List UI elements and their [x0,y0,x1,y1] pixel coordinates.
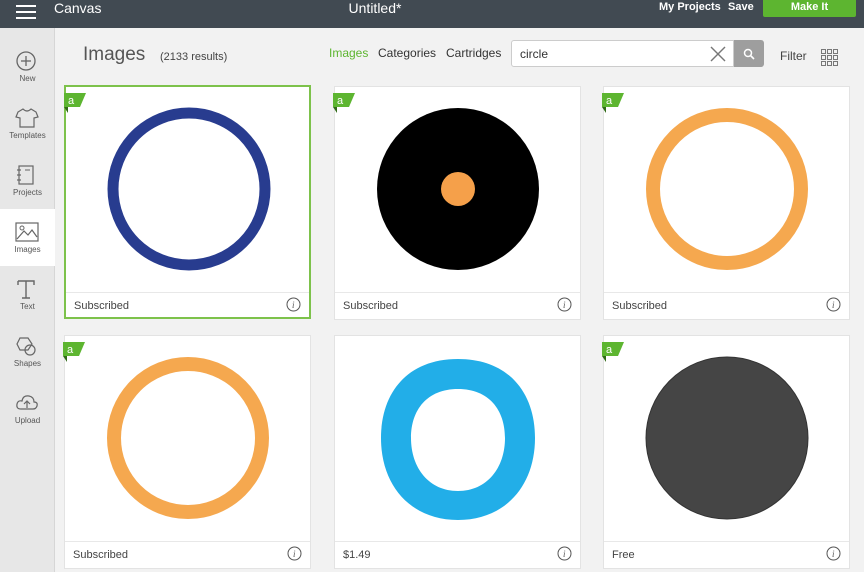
svg-text:a: a [68,95,75,107]
sidebar-item-shapes[interactable]: Shapes [0,323,55,380]
info-icon[interactable]: i [557,546,572,561]
results-count: (2133 results) [160,51,228,63]
divider [65,541,310,542]
plus-circle-icon [16,51,36,71]
top-bar: Canvas Untitled* My Projects Save Make I… [0,0,864,28]
access-badge-icon: a [602,93,624,113]
card-caption: Subscribed [74,300,130,312]
svg-text:i: i [832,300,835,310]
divider [335,541,580,542]
card-caption: Subscribed [612,300,668,312]
sidebar-item-images[interactable]: Images [0,209,55,266]
tab-images[interactable]: Images [329,46,368,60]
image-card[interactable]: a Free i [602,335,850,569]
tab-cartridges[interactable]: Cartridges [446,46,501,60]
shapes-icon [16,337,36,356]
sidebar-item-label: Images [14,245,41,254]
sidebar-item-upload[interactable]: Upload [0,380,55,437]
clear-search-icon[interactable] [710,46,726,62]
sidebar-item-label: Shapes [13,359,42,368]
tshirt-icon [15,108,39,128]
access-badge-icon: a [64,93,86,113]
gray-disc-image [645,356,809,520]
info-icon[interactable]: i [286,297,301,312]
sidebar-item-label: Projects [13,188,42,197]
sidebar-item-new[interactable]: New [0,38,55,95]
svg-text:a: a [67,344,74,356]
card-caption: $1.49 [343,549,371,561]
image-icon [15,222,39,242]
info-icon[interactable]: i [287,546,302,561]
search-icon [743,48,755,60]
image-card[interactable]: a Subscribed i [63,335,311,569]
svg-text:i: i [832,549,835,559]
save-link[interactable]: Save [728,0,754,15]
info-icon[interactable]: i [826,297,841,312]
notebook-icon [17,165,34,185]
make-it-button[interactable]: Make It [763,0,856,17]
svg-text:a: a [606,344,613,356]
sidebar-item-label: Upload [14,416,41,425]
text-t-icon [17,280,35,299]
grid-view-icon[interactable] [821,49,838,66]
sidebar-item-projects[interactable]: Projects [0,152,55,209]
page-title: Images [83,44,146,65]
divider [604,292,849,293]
menu-icon[interactable] [16,3,36,23]
info-icon[interactable]: i [557,297,572,312]
blue-squircle-ring-image [381,359,535,520]
divider [604,541,849,542]
card-caption: Free [612,549,635,561]
navy-circle-image [107,107,271,271]
svg-text:i: i [293,549,296,559]
image-card[interactable]: $1.49 i [334,335,581,569]
document-title[interactable]: Untitled* [330,0,420,17]
filter-button[interactable]: Filter [780,49,807,63]
sidebar-item-label: New [19,74,36,83]
search-input[interactable] [520,46,700,62]
image-card[interactable]: a Subscribed i [602,86,850,320]
access-badge-icon: a [602,342,624,362]
svg-text:i: i [563,549,566,559]
black-disc-image [377,108,539,270]
access-badge-icon: a [333,93,355,113]
svg-text:a: a [606,95,613,107]
svg-text:a: a [337,95,344,107]
tab-categories[interactable]: Categories [378,46,436,60]
sidebar-item-label: Text [20,302,35,311]
search-box [511,40,734,67]
orange-circle-image [107,357,269,519]
orange-circle-image [646,108,808,270]
sidebar-item-templates[interactable]: Templates [0,95,55,152]
divider [335,292,580,293]
card-caption: Subscribed [343,300,399,312]
sidebar-item-text[interactable]: Text [0,266,55,323]
svg-text:i: i [292,300,295,310]
svg-text:i: i [563,300,566,310]
sidebar: New Templates Projects Images Text Shape… [0,28,55,572]
info-icon[interactable]: i [826,546,841,561]
sidebar-item-label: Templates [9,131,46,140]
search-button[interactable] [734,40,764,67]
cloud-upload-icon [16,395,38,410]
image-card[interactable]: a Subscribed i [64,85,311,319]
image-card[interactable]: a Subscribed i [333,86,581,320]
my-projects-link[interactable]: My Projects [659,0,721,15]
app-title: Canvas [54,0,102,16]
access-badge-icon: a [63,342,85,362]
card-caption: Subscribed [73,549,129,561]
divider [66,292,309,293]
